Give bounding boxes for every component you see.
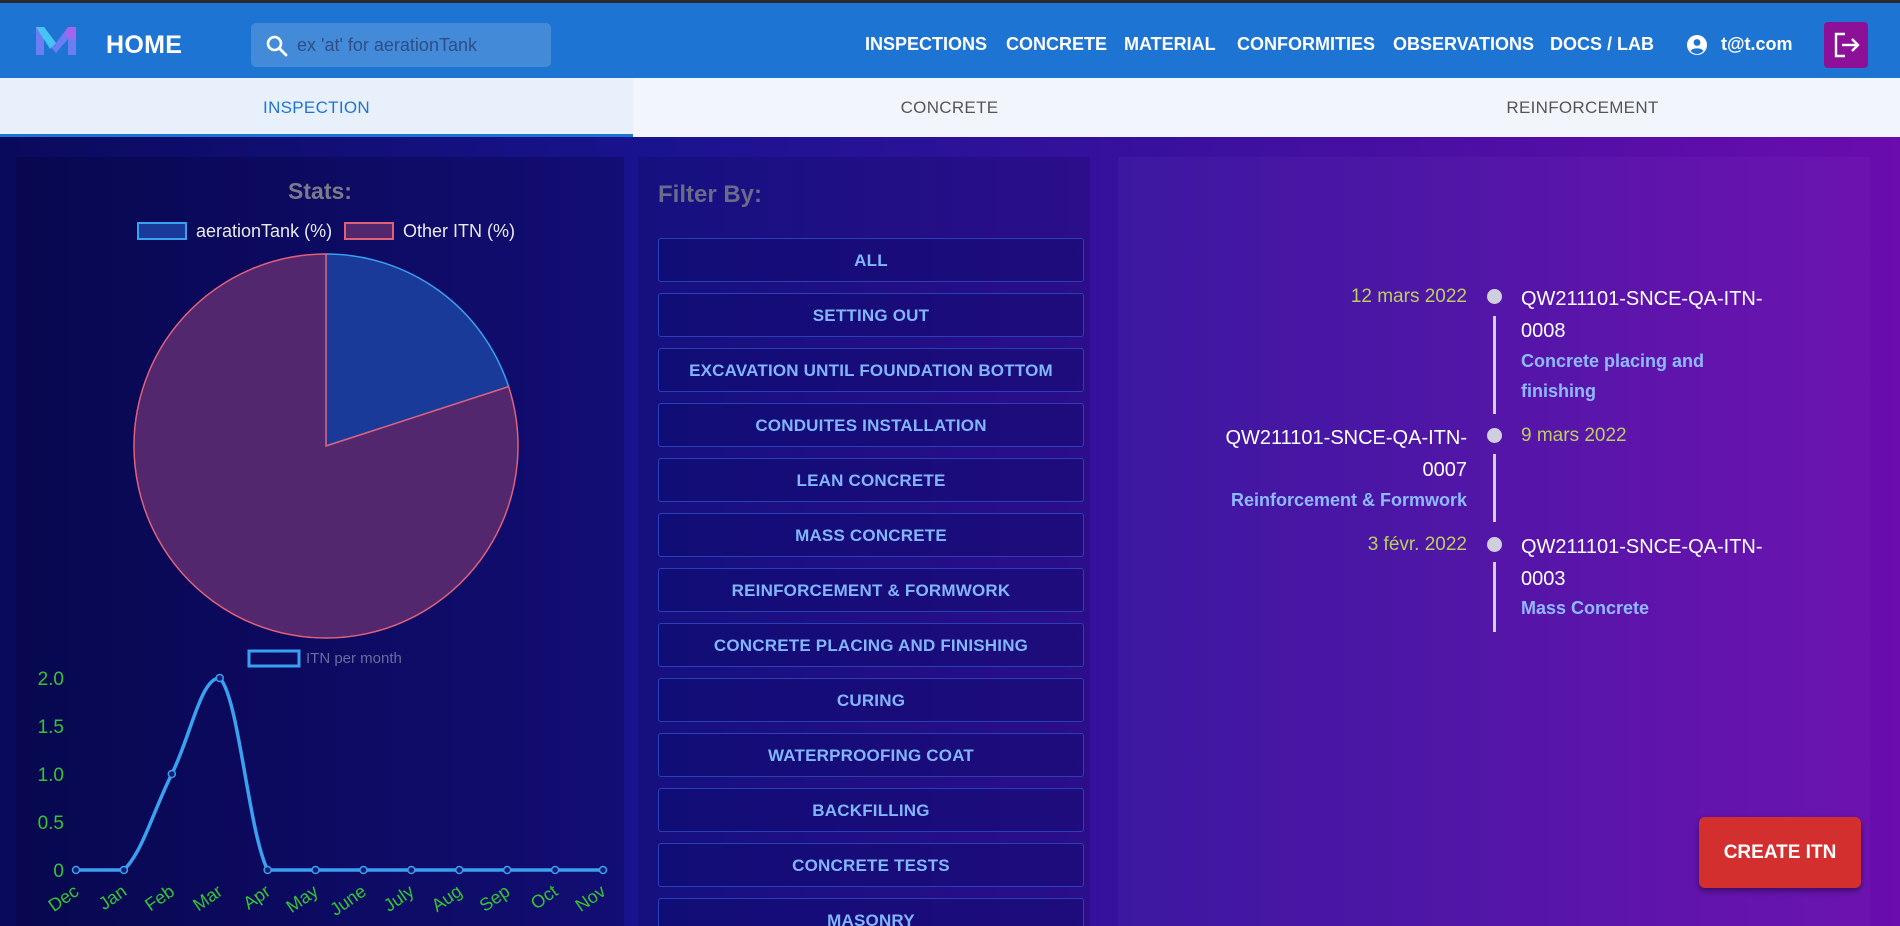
filter-button-concrete-tests[interactable]: CONCRETE TESTS (658, 843, 1084, 887)
search-input[interactable] (297, 23, 541, 67)
create-itn-button[interactable]: CREATE ITN (1699, 817, 1861, 888)
filter-button-curing[interactable]: CURING (658, 678, 1084, 722)
filter-button-setting-out[interactable]: SETTING OUT (658, 293, 1084, 337)
timeline-itn-code[interactable]: QW211101-SNCE-QA-ITN-0007 (1207, 422, 1467, 486)
tab-reinforcement[interactable]: REINFORCEMENT (1266, 78, 1899, 137)
nav-material[interactable]: MATERIAL (1124, 34, 1216, 55)
timeline-itn-code[interactable]: QW211101-SNCE-QA-ITN-0003 (1521, 531, 1781, 595)
filter-button-lean-concrete[interactable]: LEAN CONCRETE (658, 458, 1084, 502)
timeline-dot (1487, 537, 1502, 552)
nav-conformities[interactable]: CONFORMITIES (1237, 34, 1375, 55)
timeline-connector (1493, 454, 1496, 522)
timeline-description: Concrete placing and finishing (1521, 351, 1705, 401)
timeline-description: Mass Concrete (1521, 598, 1650, 618)
app-logo-icon[interactable] (34, 21, 78, 61)
tab-inspection[interactable]: INSPECTION (0, 78, 633, 137)
top-bar: HOME INSPECTIONS CONCRETE MATERIAL CONFO… (0, 0, 1900, 78)
filter-button-conduites-installation[interactable]: CONDUITES INSTALLATION (658, 403, 1084, 447)
stats-panel (16, 157, 624, 926)
home-title[interactable]: HOME (106, 31, 182, 60)
user-email[interactable]: t@t.com (1721, 34, 1793, 55)
stats-title: Stats: (288, 178, 352, 204)
timeline-description: Reinforcement & Formwork (1230, 490, 1467, 510)
legend-label-aerationtank[interactable]: aerationTank (%) (196, 221, 332, 242)
filter-title: Filter By: (658, 181, 763, 208)
timeline-itn-code[interactable]: QW211101-SNCE-QA-ITN-0008 (1521, 283, 1781, 347)
timeline-dot (1487, 289, 1502, 304)
tab-bar: INSPECTION CONCRETE REINFORCEMENT (0, 78, 1900, 137)
legend-swatch-aerationtank[interactable] (137, 222, 187, 240)
search-icon (266, 35, 288, 57)
nav-concrete[interactable]: CONCRETE (1006, 34, 1107, 55)
timeline-connector (1493, 316, 1496, 414)
timeline-connector (1493, 562, 1496, 632)
logout-button[interactable] (1824, 22, 1868, 68)
timeline-date: 12 mars 2022 (1350, 286, 1467, 307)
filter-button-mass-concrete[interactable]: MASS CONCRETE (658, 513, 1084, 557)
filter-button-masonry[interactable]: MASONRY (658, 898, 1084, 926)
timeline-date: 3 févr. 2022 (1367, 534, 1467, 555)
legend-label-other-itn[interactable]: Other ITN (%) (403, 221, 515, 242)
account-icon[interactable] (1686, 34, 1708, 56)
filter-button-reinforcement-formwork[interactable]: REINFORCEMENT & FORMWORK (658, 568, 1084, 612)
tab-concrete[interactable]: CONCRETE (633, 78, 1266, 137)
search-box[interactable] (251, 23, 551, 67)
filter-button-all[interactable]: ALL (658, 238, 1084, 282)
legend-swatch-other-itn[interactable] (344, 222, 394, 240)
filter-button-concrete-placing[interactable]: CONCRETE PLACING AND FINISHING (658, 623, 1084, 667)
timeline-date: 9 mars 2022 (1521, 425, 1627, 446)
filter-button-waterproofing-coat[interactable]: WATERPROOFING COAT (658, 733, 1084, 777)
nav-observations[interactable]: OBSERVATIONS (1393, 34, 1534, 55)
timeline-dot (1487, 428, 1502, 443)
nav-docs-lab[interactable]: DOCS / LAB (1550, 34, 1654, 55)
logout-icon (1834, 32, 1860, 58)
filter-button-backfilling[interactable]: BACKFILLING (658, 788, 1084, 832)
nav-inspections[interactable]: INSPECTIONS (865, 34, 987, 55)
filter-button-excavation[interactable]: EXCAVATION UNTIL FOUNDATION BOTTOM (658, 348, 1084, 392)
